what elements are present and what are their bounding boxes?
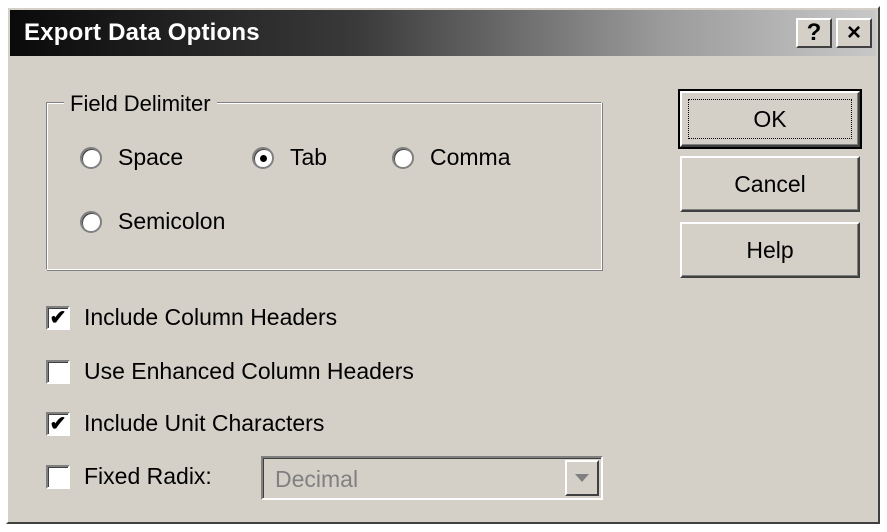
radio-space[interactable]: Space xyxy=(80,144,183,171)
include-unit-characters-label: Include Unit Characters xyxy=(84,410,325,436)
radio-comma-label: Comma xyxy=(430,144,511,170)
close-button[interactable]: × xyxy=(836,18,872,48)
radio-circle xyxy=(80,146,102,169)
radio-circle xyxy=(252,146,274,169)
help-button[interactable]: Help xyxy=(680,222,860,278)
radio-tab[interactable]: Tab xyxy=(252,144,327,171)
radio-tab-label: Tab xyxy=(290,144,328,170)
radio-circle xyxy=(80,210,102,233)
dialog-title: Export Data Options xyxy=(24,19,260,46)
export-data-options-dialog: Export Data Options ? × Field Delimiter … xyxy=(6,6,880,524)
include-column-headers-label: Include Column Headers xyxy=(84,304,338,330)
include-column-headers-checkbox[interactable]: ✔ Include Column Headers xyxy=(46,304,337,331)
use-enhanced-column-headers-label: Use Enhanced Column Headers xyxy=(84,358,414,384)
focus-rectangle xyxy=(688,99,852,139)
radio-circle xyxy=(392,146,414,169)
fixed-radix-checkbox[interactable]: Fixed Radix: xyxy=(46,463,212,490)
radio-semicolon[interactable]: Semicolon xyxy=(80,208,225,235)
radix-select-value: Decimal xyxy=(275,466,359,492)
radio-space-label: Space xyxy=(118,144,184,170)
fixed-radix-label: Fixed Radix: xyxy=(84,463,212,489)
help-button-label: Help xyxy=(746,236,794,263)
field-delimiter-group xyxy=(46,102,602,270)
radio-semicolon-label: Semicolon xyxy=(118,208,226,234)
radix-select[interactable]: Decimal xyxy=(261,456,603,500)
ok-button[interactable]: OK xyxy=(678,89,862,149)
radio-selected-dot xyxy=(260,154,267,162)
title-bar[interactable]: Export Data Options ? × xyxy=(10,10,876,56)
help-question-button[interactable]: ? xyxy=(796,18,832,48)
checkbox-box-checked: ✔ xyxy=(46,305,70,330)
chevron-down-icon xyxy=(575,474,589,482)
radio-comma[interactable]: Comma xyxy=(392,144,511,171)
checkbox-box-checked: ✔ xyxy=(46,411,70,436)
include-unit-characters-checkbox[interactable]: ✔ Include Unit Characters xyxy=(46,410,324,437)
checkbox-box xyxy=(46,359,70,384)
use-enhanced-column-headers-checkbox[interactable]: Use Enhanced Column Headers xyxy=(46,358,414,385)
cancel-button-label: Cancel xyxy=(734,170,806,197)
cancel-button[interactable]: Cancel xyxy=(680,156,860,212)
field-delimiter-legend: Field Delimiter xyxy=(64,91,217,117)
checkbox-box xyxy=(46,464,70,489)
dropdown-arrow-button[interactable] xyxy=(565,460,599,496)
